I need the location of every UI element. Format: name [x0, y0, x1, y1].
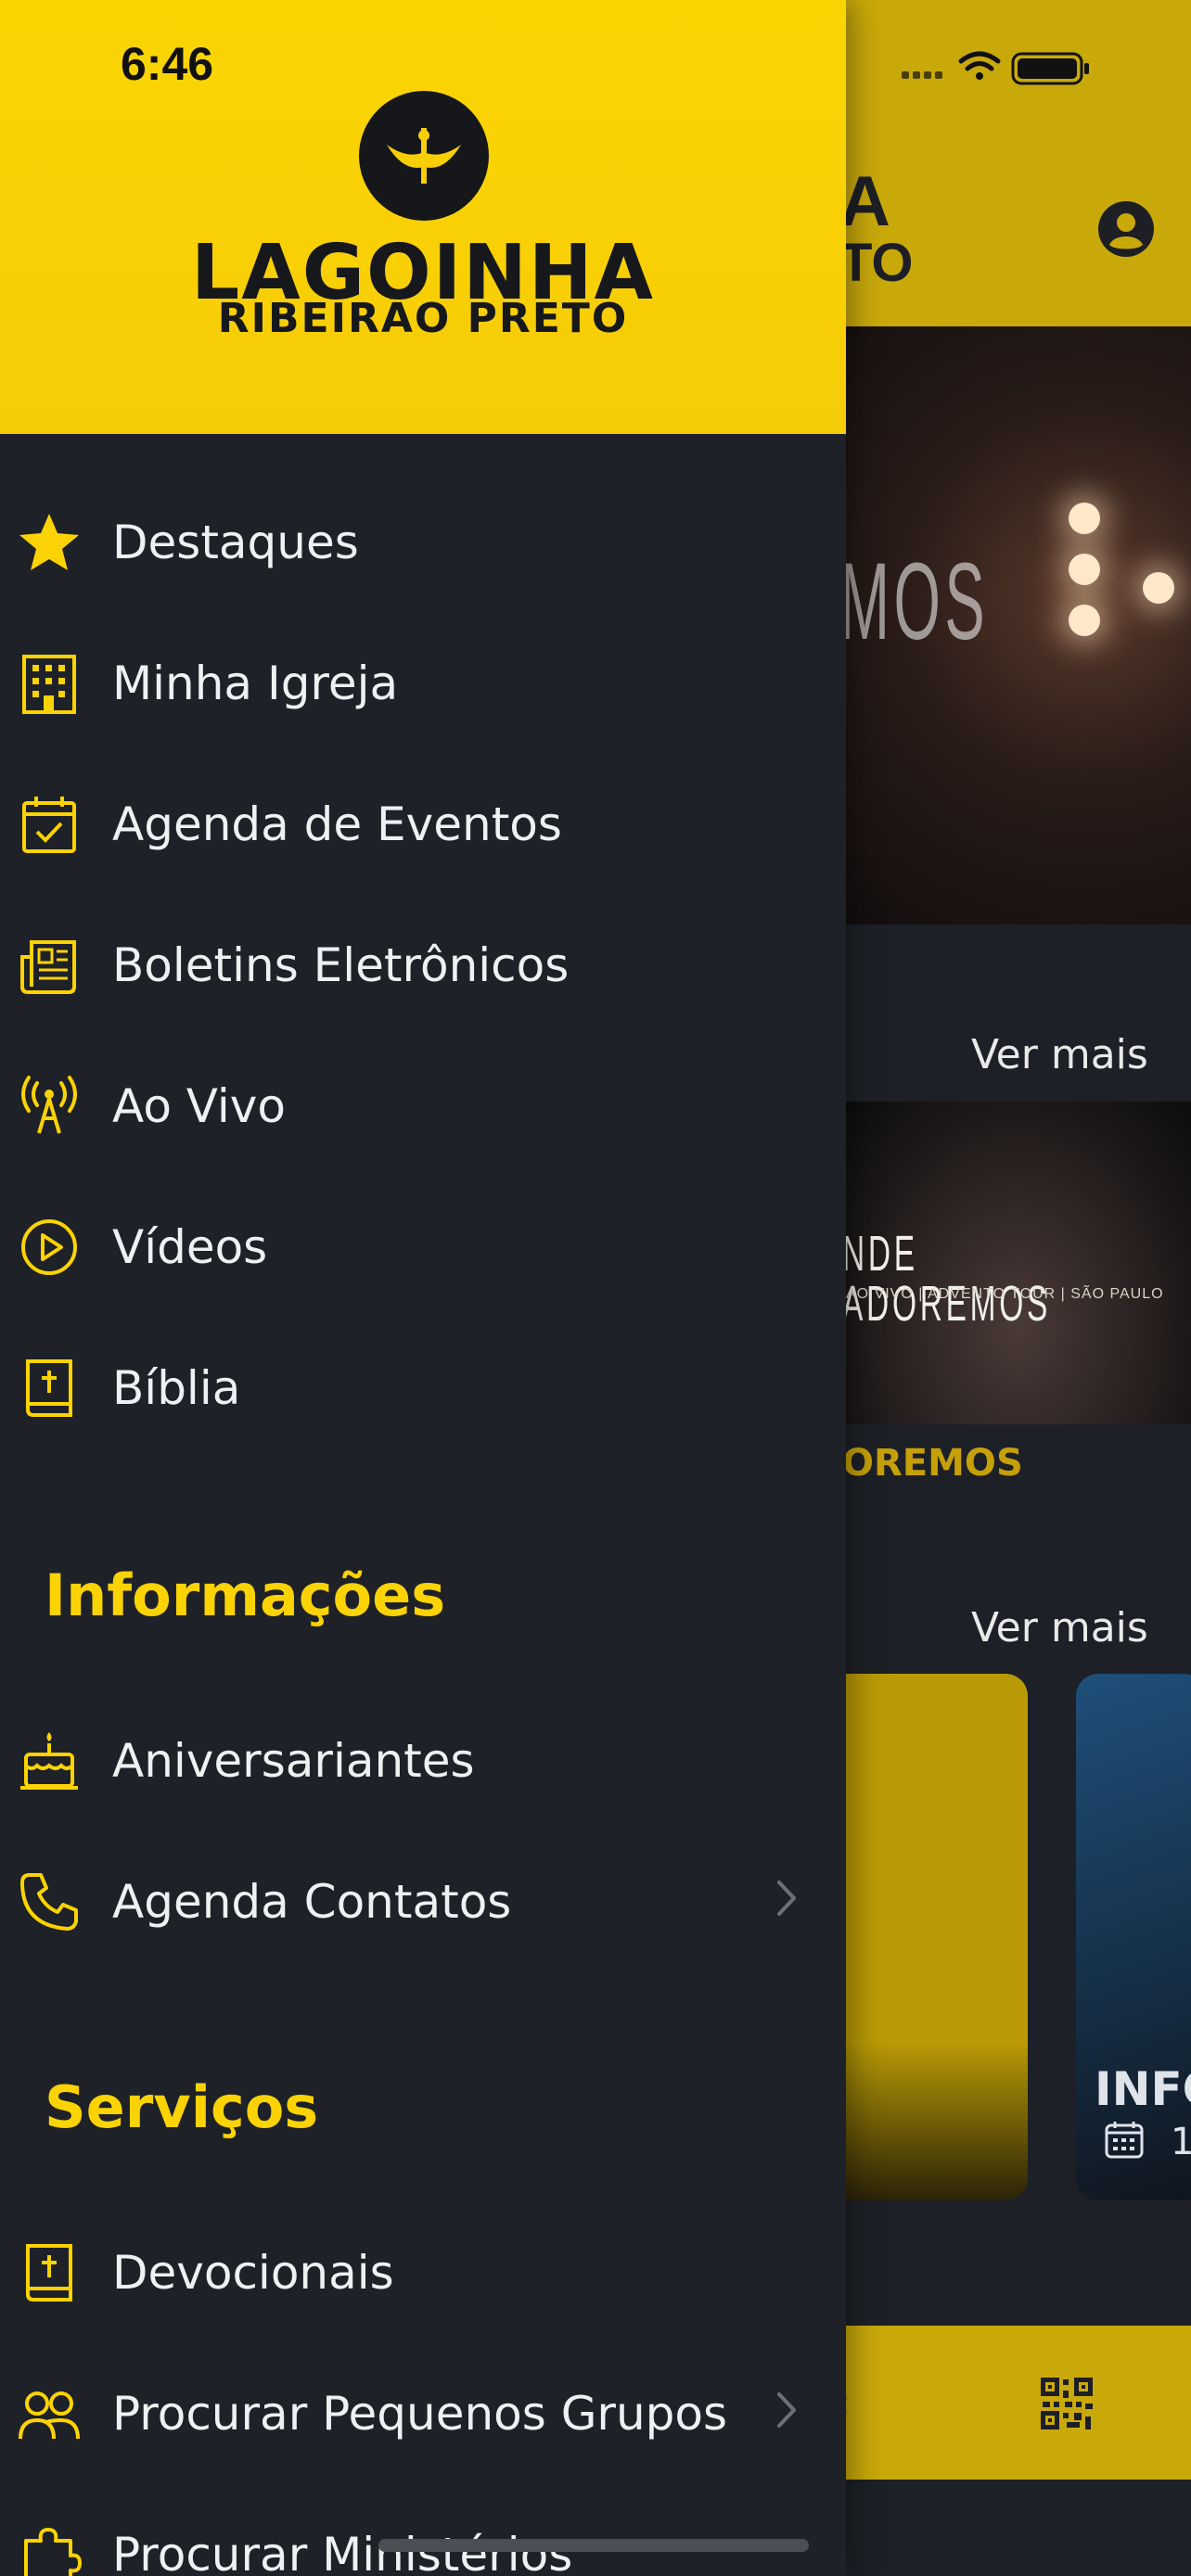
menu-item-pequenos-grupos[interactable]: Procurar Pequenos Grupos [0, 2355, 846, 2467]
wifi-icon [958, 51, 1001, 71]
menu-item-agenda-contatos[interactable]: Agenda Contatos [0, 1843, 846, 1955]
puzzle-icon [24, 2528, 82, 2576]
users-icon [19, 2391, 80, 2440]
ver-mais-link[interactable]: Ver mais [971, 1608, 1148, 1649]
dove-icon [387, 128, 461, 184]
banner-text: MOS [839, 541, 990, 663]
logo-subtitle: RIBEIRÃO PRETO [217, 295, 629, 342]
menu-item-label: Ao Vivo [112, 1079, 286, 1133]
menu-item-label: Agenda de Eventos [112, 797, 562, 851]
menu-item-biblia[interactable]: Bíblia [0, 1330, 846, 1441]
building-icon [22, 655, 76, 714]
broadcast-icon [21, 1076, 77, 1134]
event-card-title: INFO [1095, 2062, 1191, 2116]
bible-icon [26, 2244, 72, 2302]
menu-item-label: Devocionais [112, 2246, 394, 2300]
menu-item-agenda-eventos[interactable]: Agenda de Eventos [0, 766, 846, 877]
event-card[interactable] [826, 1674, 1028, 2200]
video-thumbnail-subtext: AO VIVO | ADVENTO TOUR | SÃO PAULO [846, 1286, 1164, 1302]
section-title-servicos: Serviços [45, 2073, 319, 2141]
section-title-informacoes: Informações [45, 1562, 446, 1629]
star-icon [19, 514, 79, 570]
newspaper-icon [20, 940, 76, 994]
cake-icon [20, 1732, 78, 1790]
calendar-check-icon [22, 797, 76, 853]
menu-item-label: Boletins Eletrônicos [112, 938, 570, 992]
event-card-date: 1 [1171, 2121, 1191, 2163]
battery-icon [1011, 52, 1089, 85]
chevron-right-icon [777, 2392, 796, 2428]
church-logo-emblem [359, 91, 489, 221]
menu-item-boletins[interactable]: Boletins Eletrônicos [0, 907, 846, 1018]
menu-item-label: Vídeos [112, 1220, 268, 1274]
ver-mais-link[interactable]: Ver mais [971, 1035, 1148, 1076]
qr-code-icon[interactable] [1039, 2376, 1095, 2431]
app-logo-fragment-bottom: TO [839, 233, 914, 293]
menu-item-devocionais[interactable]: Devocionais [0, 2214, 846, 2326]
navigation-drawer: LAGOINHA RIBEIRÃO PRETO Destaques Minha … [0, 0, 846, 2576]
menu-item-label: Bíblia [112, 1361, 241, 1415]
phone-icon [20, 1873, 78, 1931]
menu-item-ao-vivo[interactable]: Ao Vivo [0, 1048, 846, 1159]
cellular-signal-icon [902, 71, 942, 79]
status-icons [902, 51, 1089, 85]
menu-item-label: Agenda Contatos [112, 1875, 512, 1929]
menu-item-ministerios[interactable]: Procurar Ministérios [0, 2496, 846, 2576]
app-logo-fragment: A [839, 162, 890, 241]
menu-item-label: Destaques [112, 516, 359, 569]
menu-item-label: Aniversariantes [112, 1734, 475, 1788]
menu-item-minha-igreja[interactable]: Minha Igreja [0, 625, 846, 736]
menu-item-label: Procurar Pequenos Grupos [112, 2387, 728, 2441]
user-profile-icon[interactable] [1097, 200, 1155, 258]
menu-item-destaques[interactable]: Destaques [0, 484, 846, 595]
calendar-icon [1105, 2122, 1144, 2159]
chevron-right-icon [777, 1881, 796, 1916]
home-indicator [378, 2539, 809, 2552]
menu-item-videos[interactable]: Vídeos [0, 1189, 846, 1300]
status-time: 6:46 [121, 38, 214, 90]
menu-item-aniversariantes[interactable]: Aniversariantes [0, 1702, 846, 1814]
video-title[interactable]: OREMOS [842, 1445, 1023, 1482]
menu-item-label: Minha Igreja [112, 657, 399, 710]
video-thumbnail-text: NDE ADOREMOS [842, 1226, 1052, 1332]
play-circle-icon [21, 1219, 77, 1275]
bible-icon [26, 1359, 72, 1417]
